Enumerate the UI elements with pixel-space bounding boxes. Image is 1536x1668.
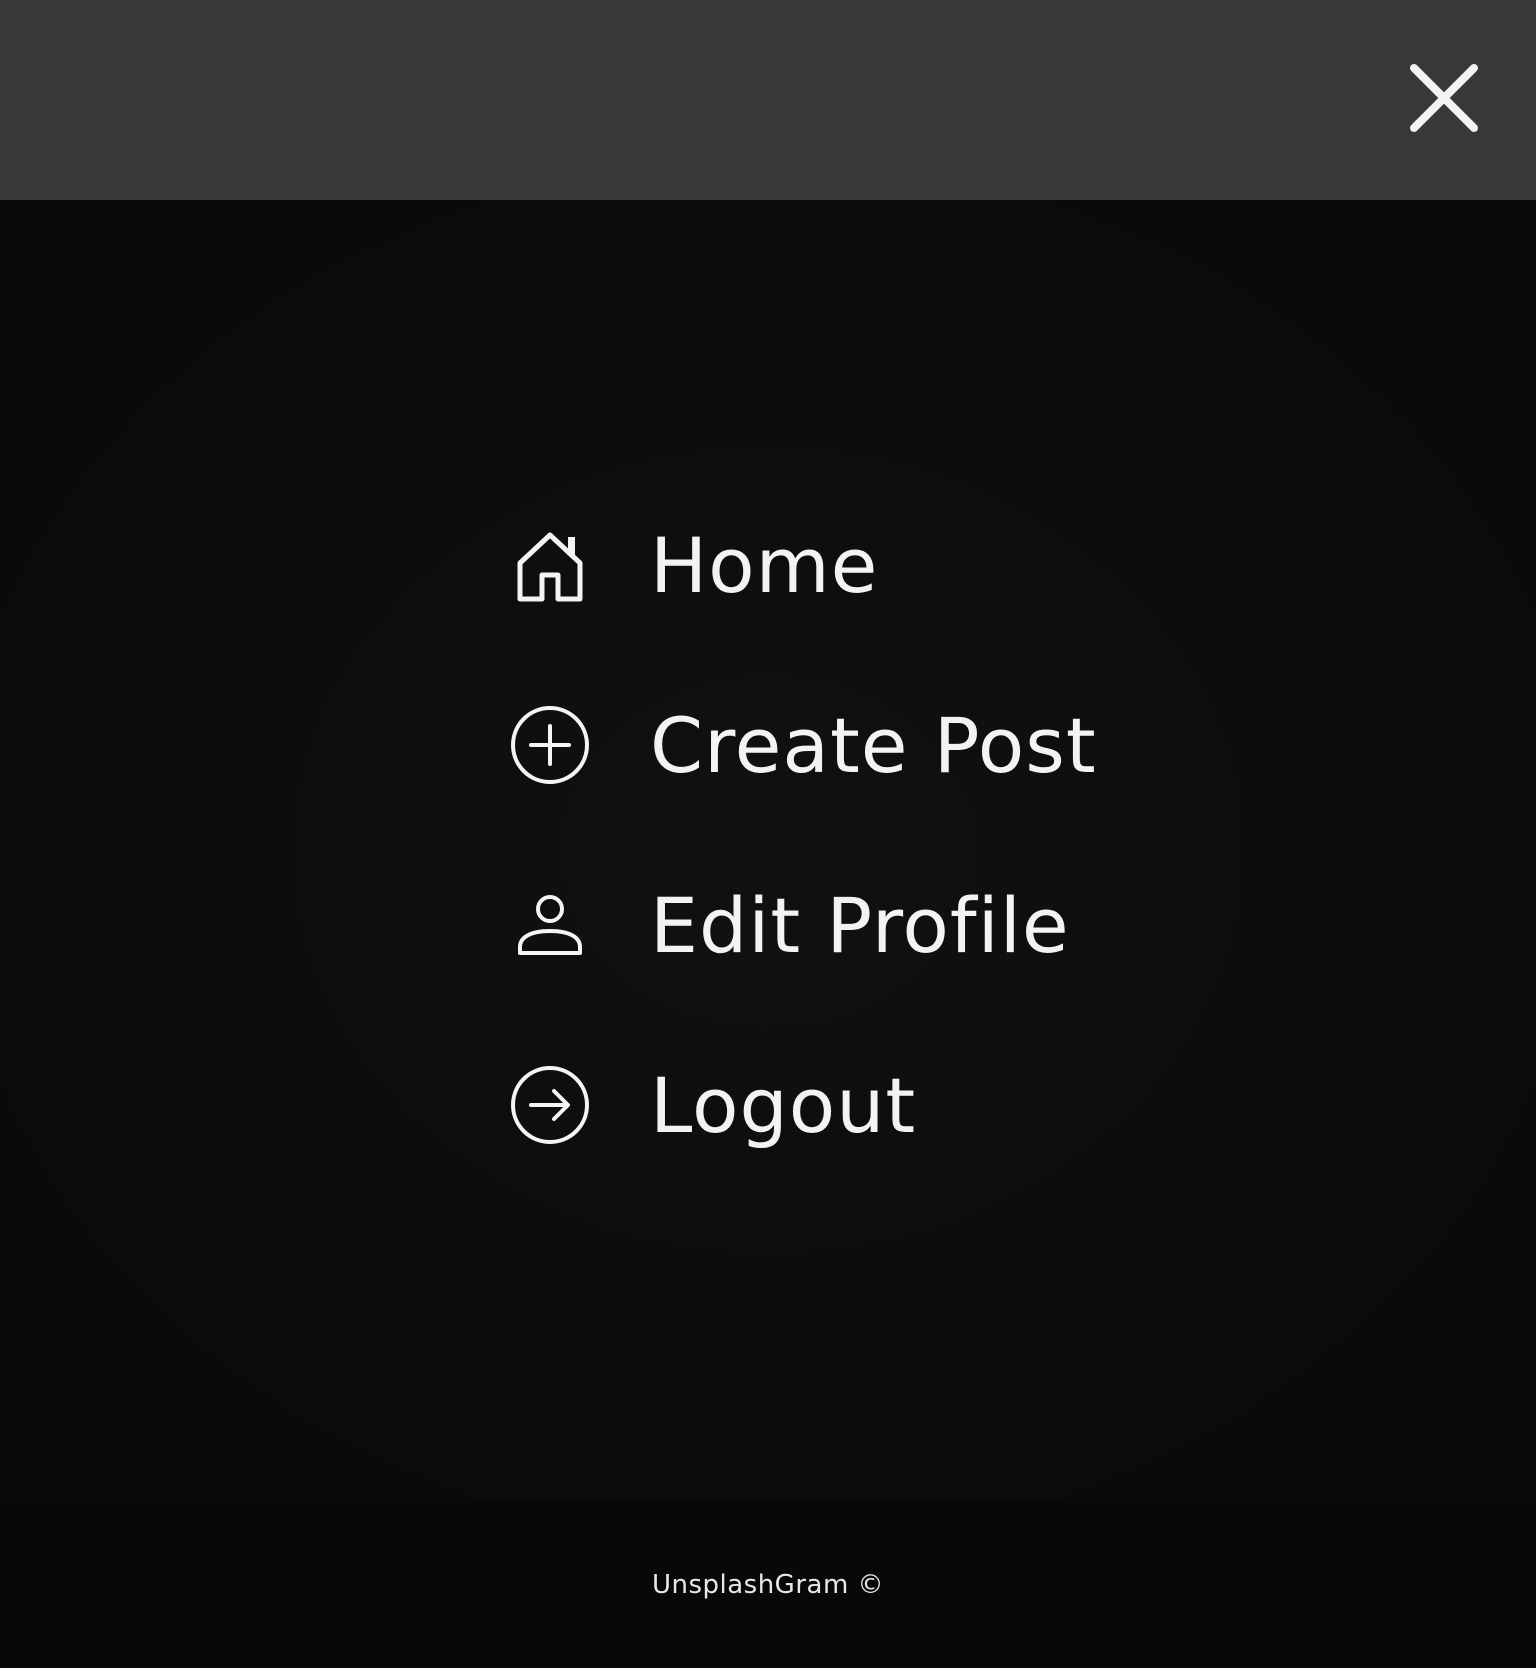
- menu-item-create-post[interactable]: Create Post: [500, 690, 1097, 800]
- arrow-right-circle-icon: [500, 1055, 600, 1155]
- menu-item-logout[interactable]: Logout: [500, 1050, 916, 1160]
- home-icon: [500, 515, 600, 615]
- user-icon: [500, 875, 600, 975]
- close-button[interactable]: [1402, 56, 1486, 140]
- app-page: Home Create Post Edit Profile Logout Uns…: [0, 0, 1536, 1668]
- top-bar: [0, 0, 1536, 200]
- footer-copyright: UnsplashGram ©: [651, 1570, 885, 1600]
- menu-item-label: Home: [650, 520, 879, 610]
- plus-circle-icon: [500, 695, 600, 795]
- menu-item-label: Logout: [650, 1060, 917, 1150]
- close-icon: [1410, 64, 1478, 132]
- menu-item-label: Create Post: [650, 700, 1097, 790]
- menu-item-home[interactable]: Home: [500, 510, 878, 620]
- navigation-menu: Home Create Post Edit Profile Logout: [0, 200, 1536, 1502]
- menu-item-label: Edit Profile: [650, 880, 1070, 970]
- menu-item-edit-profile[interactable]: Edit Profile: [500, 870, 1070, 980]
- footer: UnsplashGram ©: [0, 1502, 1536, 1668]
